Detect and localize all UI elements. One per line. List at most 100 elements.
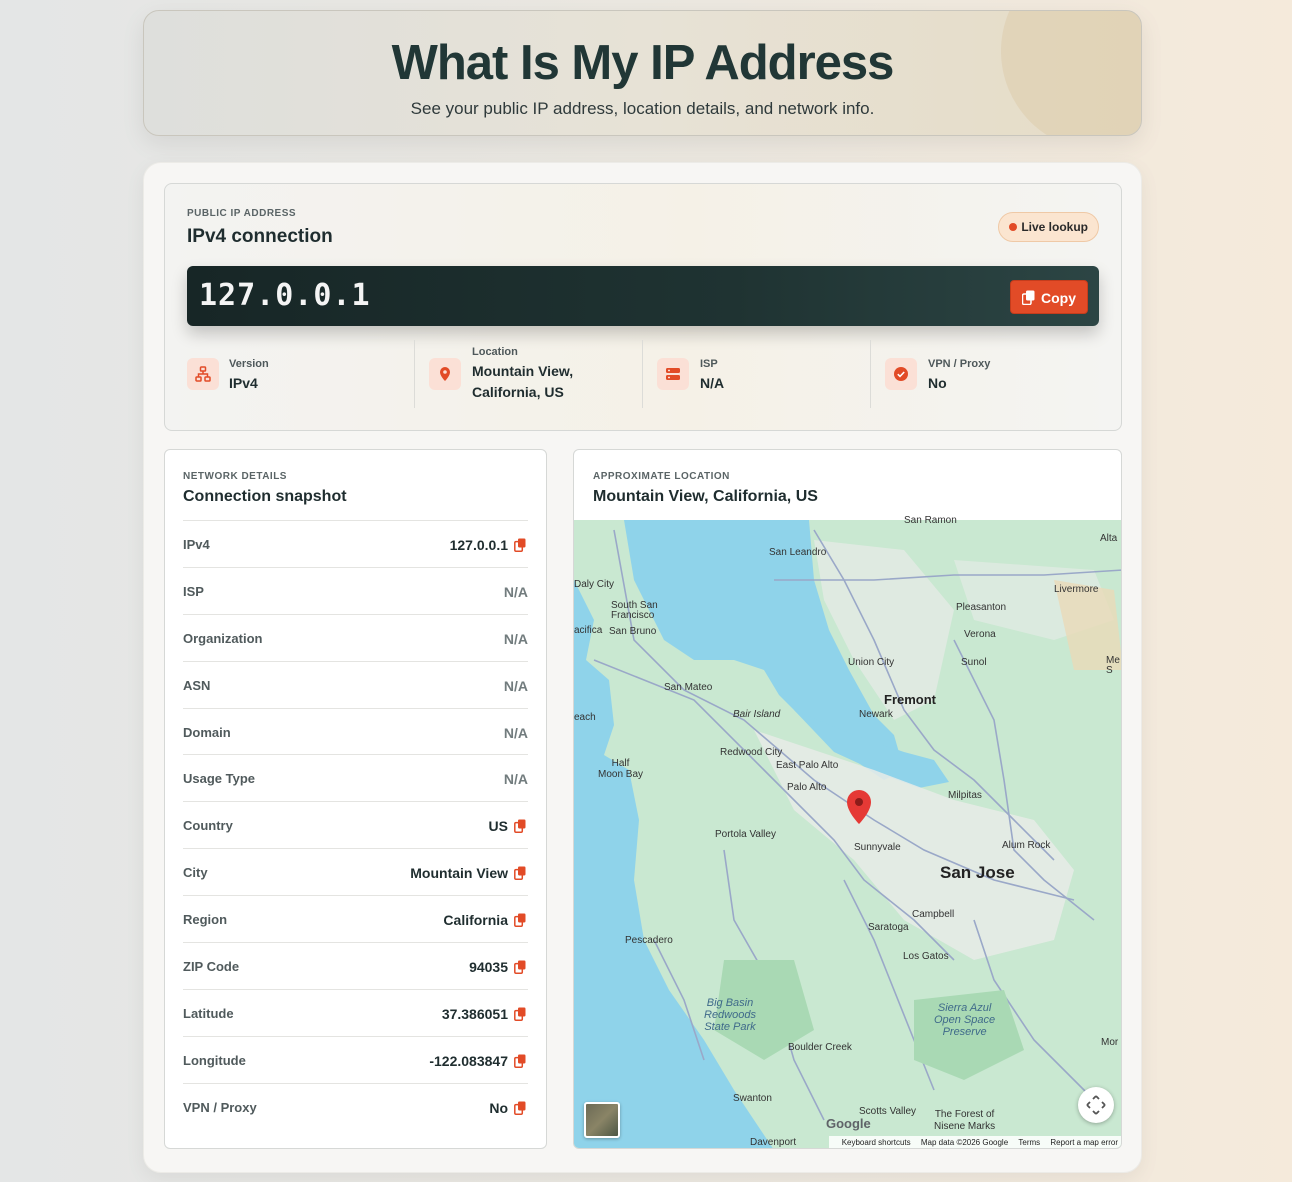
- detail-row: ISP N/A: [183, 566, 528, 614]
- map-label: Newark: [859, 709, 893, 720]
- terms-link[interactable]: Terms: [1018, 1138, 1040, 1147]
- main-card: PUBLIC IP ADDRESS IPv4 connection Live l…: [143, 162, 1142, 1173]
- map-label: Union City: [848, 657, 895, 668]
- ip-address-value: 127.0.0.1: [199, 278, 371, 313]
- check-circle-icon: [885, 358, 917, 390]
- detail-key: ZIP Code: [183, 959, 240, 975]
- detail-row: Organization N/A: [183, 613, 528, 661]
- network-icon: [187, 358, 219, 390]
- detail-row: Domain N/A: [183, 707, 528, 755]
- detail-key: City: [183, 865, 208, 881]
- detail-row: Latitude 37.386051: [183, 988, 528, 1036]
- detail-key: Country: [183, 818, 233, 834]
- map-label: San Leandro: [769, 547, 827, 558]
- detail-row: VPN / Proxy No: [183, 1082, 528, 1130]
- map-attribution: Keyboard shortcuts Map data ©2026 Google…: [828, 1136, 1121, 1148]
- detail-value: 37.386051: [441, 1005, 508, 1022]
- map-label: Milpitas: [948, 790, 982, 801]
- map-label: Daly City: [574, 579, 615, 590]
- detail-key: IPv4: [183, 537, 210, 552]
- stat-label: Version: [229, 358, 269, 370]
- map-label: Alum Rock: [1002, 840, 1051, 851]
- detail-value: California: [443, 912, 508, 929]
- map-label: Pleasanton: [956, 602, 1007, 613]
- copy-icon[interactable]: [514, 819, 526, 834]
- map-label: Mor: [1101, 1037, 1119, 1048]
- detail-value: No: [489, 1099, 508, 1116]
- detail-row: Longitude -122.083847: [183, 1035, 528, 1083]
- map-label: Campbell: [912, 909, 955, 920]
- map-label: Redwood City: [720, 747, 783, 758]
- map-label: Big Basin Redwoods State Park: [704, 997, 756, 1033]
- map-label: San Bruno: [609, 626, 657, 637]
- location-panel: APPROXIMATE LOCATION Mountain View, Cali…: [573, 449, 1122, 1149]
- detail-value: N/A: [503, 630, 528, 647]
- copy-button-label: Copy: [1041, 290, 1076, 306]
- live-badge-label: Live lookup: [1021, 220, 1088, 234]
- satellite-toggle-button[interactable]: [584, 1102, 620, 1138]
- fullscreen-button[interactable]: [1078, 1087, 1114, 1123]
- map-label: Verona: [964, 629, 996, 640]
- copy-icon[interactable]: [514, 1054, 526, 1068]
- copy-icon[interactable]: [514, 866, 526, 881]
- map-label: South San Francisco: [611, 600, 658, 621]
- stat-label: VPN / Proxy: [928, 358, 991, 370]
- map-label: The Forest of Nisene Marks: [934, 1109, 996, 1132]
- ip-stats: Version IPv4 Location Mountain View, Cal…: [187, 340, 1099, 408]
- copy-icon[interactable]: [514, 1007, 526, 1021]
- map-title: Mountain View, California, US: [593, 488, 818, 505]
- map[interactable]: San Ramon San Leandro Alta Daly City Liv…: [574, 515, 1121, 1148]
- detail-value: N/A: [503, 677, 528, 694]
- network-rows: IPv4 127.0.0.1 ISP N/A Organization N/A ASN N/A…: [183, 520, 528, 1130]
- copy-icon[interactable]: [514, 538, 526, 552]
- network-eyebrow: NETWORK DETAILS: [183, 471, 287, 482]
- map-label: Sunol: [961, 657, 987, 668]
- map-label: San Mateo: [664, 682, 713, 693]
- copy-icon[interactable]: [514, 913, 526, 928]
- map-label: Alta: [1100, 533, 1118, 544]
- detail-value: 127.0.0.1: [449, 537, 508, 553]
- copy-ip-button[interactable]: Copy: [1010, 280, 1088, 314]
- copy-icon[interactable]: [514, 960, 526, 974]
- detail-value: Mountain View: [410, 865, 508, 882]
- map-label: San Ramon: [904, 515, 957, 526]
- stat-value: N/A: [700, 375, 725, 391]
- map-label: Fremont: [884, 692, 936, 707]
- stat-isp: ISP N/A: [642, 340, 870, 408]
- stat-value: IPv4: [229, 375, 258, 391]
- network-title: Connection snapshot: [183, 488, 347, 505]
- detail-key: Organization: [183, 630, 263, 646]
- page-subtitle: See your public IP address, location det…: [410, 99, 875, 118]
- live-dot-icon: [1009, 223, 1018, 231]
- detail-value: US: [488, 818, 508, 835]
- map-label: Palo Alto: [787, 782, 827, 793]
- stat-value: No: [928, 375, 947, 391]
- ip-display: 127.0.0.1 Copy: [187, 266, 1099, 326]
- stat-label: Location: [472, 346, 518, 358]
- map-label: acifica: [574, 625, 603, 636]
- map-label: Bair Island: [733, 709, 781, 720]
- detail-key: ISP: [183, 583, 204, 599]
- detail-row: Region California: [183, 895, 528, 942]
- detail-row: City Mountain View: [183, 848, 528, 895]
- server-icon: [657, 358, 689, 390]
- map-label: Swanton: [733, 1093, 772, 1104]
- map-label: Boulder Creek: [788, 1042, 852, 1053]
- detail-key: Usage Type: [183, 771, 256, 787]
- detail-row: IPv4 127.0.0.1: [183, 520, 528, 567]
- map-label: Livermore: [1054, 584, 1099, 595]
- copy-icon[interactable]: [514, 1101, 526, 1115]
- map-label: Half Moon Bay: [598, 758, 644, 780]
- keyboard-shortcuts-link[interactable]: Keyboard shortcuts: [842, 1138, 911, 1147]
- ip-panel-title: IPv4 connection: [187, 226, 333, 247]
- report-map-error-link[interactable]: Report a map error: [1050, 1138, 1118, 1147]
- stat-version: Version IPv4: [187, 340, 415, 408]
- page-header: What Is My IP Address See your public IP…: [143, 10, 1142, 136]
- map-label: Saratoga: [868, 922, 909, 933]
- detail-key: Latitude: [183, 1005, 234, 1021]
- stat-location: Location Mountain View, California, US: [414, 340, 642, 408]
- detail-key: ASN: [183, 677, 211, 693]
- detail-value: -122.083847: [429, 1052, 508, 1069]
- ip-eyebrow: PUBLIC IP ADDRESS: [187, 208, 297, 219]
- map-label: San Jose: [940, 863, 1015, 882]
